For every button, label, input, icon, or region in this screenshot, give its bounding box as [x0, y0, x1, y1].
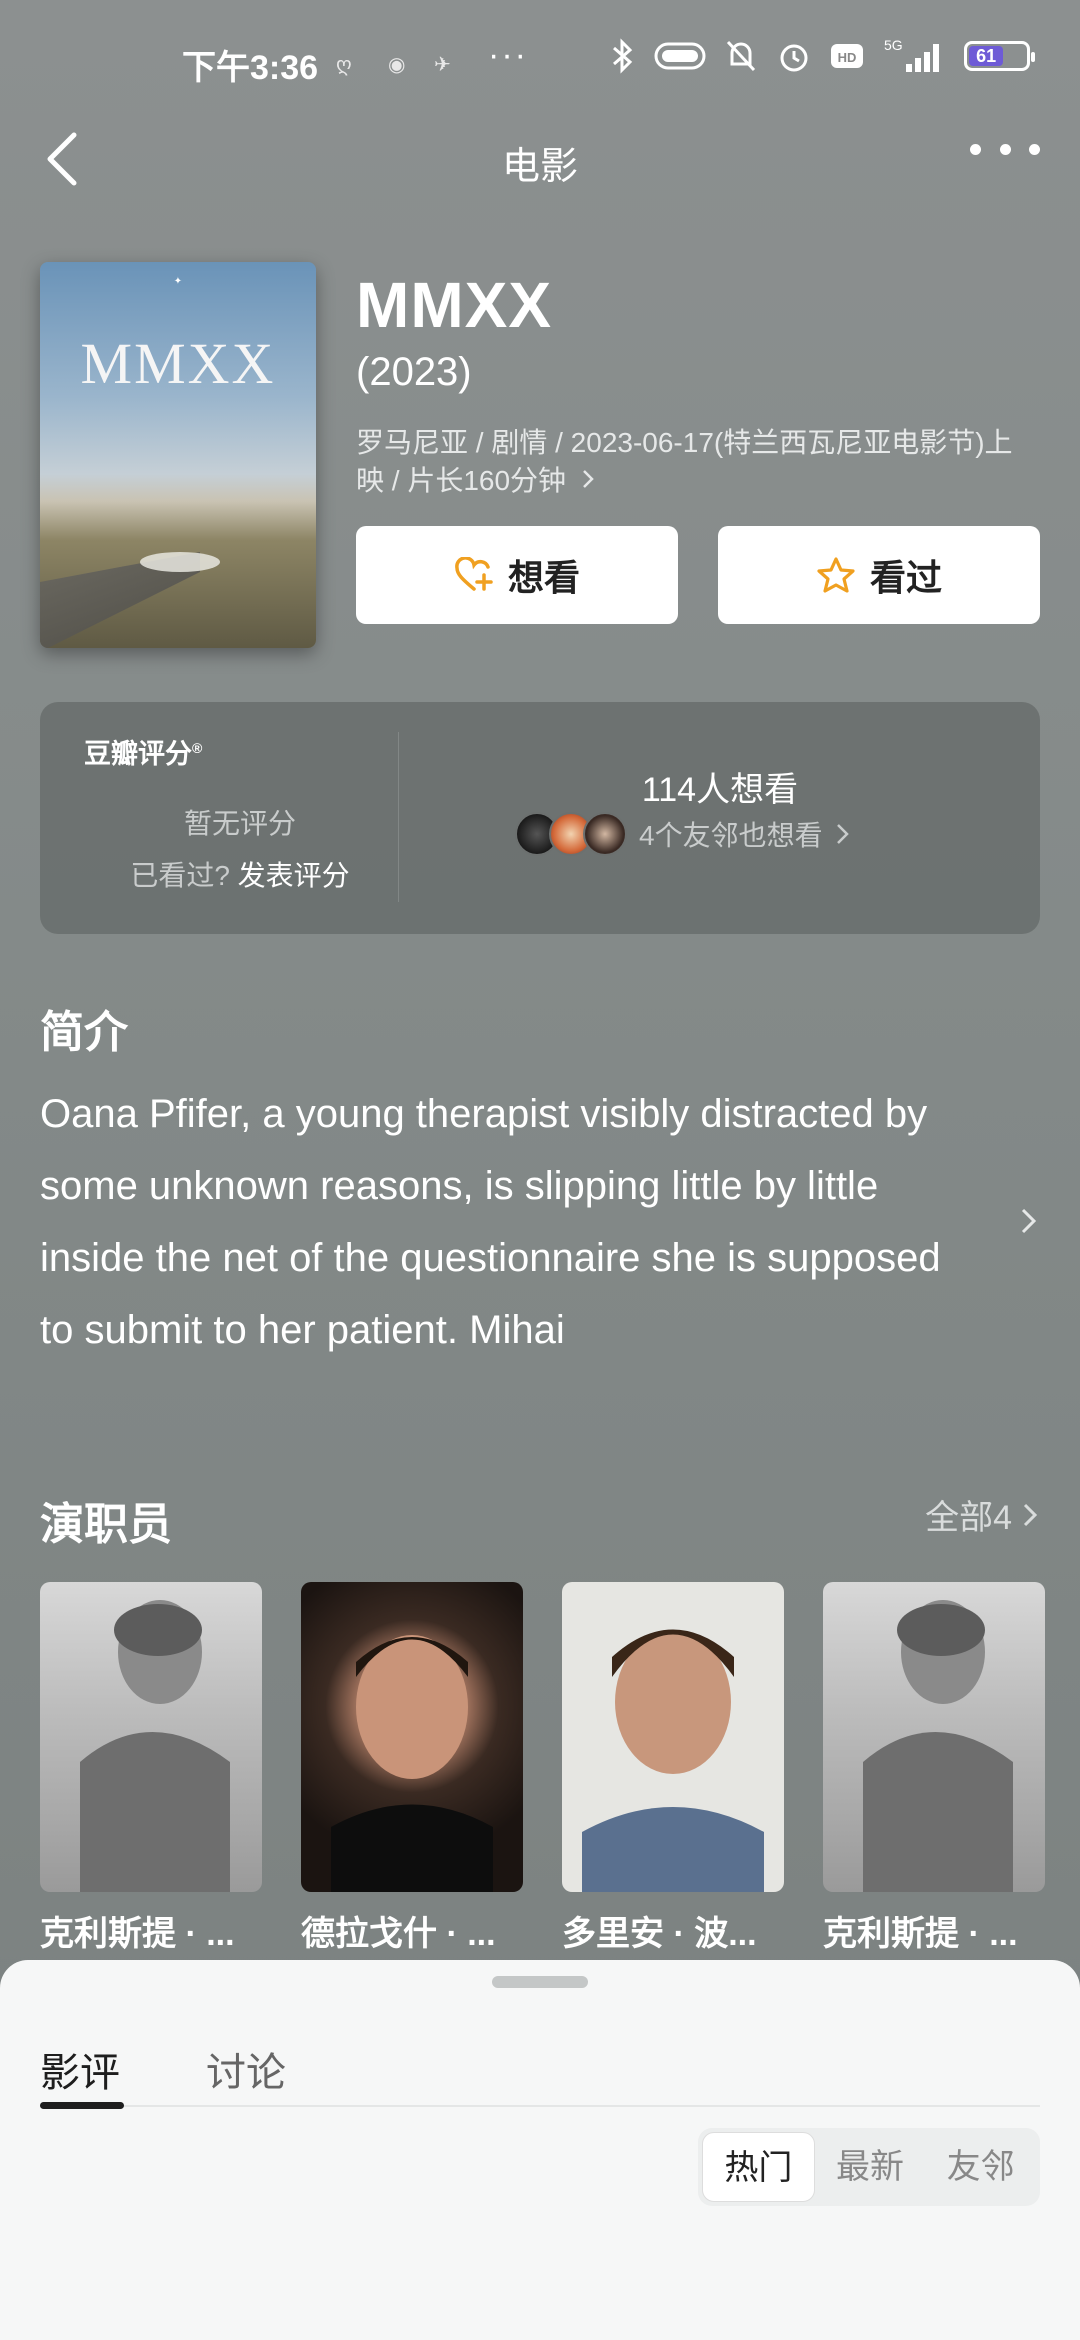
- chevron-right-icon: [580, 462, 596, 500]
- expand-intro-button[interactable]: [1018, 1205, 1040, 1242]
- poster-flowers: [140, 552, 220, 572]
- watched-label: 看过: [869, 557, 942, 598]
- cast-photo: [40, 1582, 262, 1892]
- sheet-drag-handle[interactable]: [492, 1976, 588, 1988]
- seen-prompt-text: 已看过?: [130, 860, 230, 891]
- notification-icon: ✈: [434, 54, 451, 76]
- cast-member-card[interactable]: 德拉戈什 · ...: [301, 1582, 523, 1955]
- notification-icon: ღ: [336, 54, 352, 76]
- divider: [40, 2105, 1040, 2107]
- cast-heading: 演职员: [40, 1500, 172, 1549]
- chevron-right-icon: [1023, 1503, 1038, 1526]
- chevron-right-icon: [836, 824, 849, 844]
- status-time: 下午3:36: [182, 49, 319, 87]
- page-title: 电影: [501, 146, 578, 188]
- network-type-label: 5G: [884, 37, 903, 53]
- movie-poster[interactable]: ✦ MMXX: [40, 262, 316, 648]
- movie-title: MMXX: [356, 269, 552, 341]
- cast-photo: [562, 1582, 784, 1892]
- cast-name: 克利斯提 · ...: [40, 1915, 235, 1953]
- star-icon: [817, 557, 855, 593]
- status-bar: 下午3:36 ღ ◉ ✈ ··· HD 5G 61: [0, 0, 1080, 120]
- more-options-button[interactable]: [970, 129, 1040, 169]
- top-nav: 电影: [0, 115, 1080, 195]
- sort-segmented-control: 热门 最新 友邻: [698, 2128, 1040, 2206]
- douban-rating-label: 豆瓣评分®: [84, 732, 202, 771]
- watched-button[interactable]: 看过: [718, 526, 1040, 624]
- want-to-watch-button[interactable]: 想看: [356, 526, 678, 624]
- sort-hot[interactable]: 热门: [702, 2132, 815, 2202]
- svg-text:HD: HD: [838, 50, 857, 65]
- sort-friends[interactable]: 友邻: [925, 2132, 1036, 2202]
- movie-year: (2023): [356, 350, 472, 394]
- movie-meta-link[interactable]: 罗马尼亚 / 剧情 / 2023-06-17(特兰西瓦尼亚电影节)上映 / 片长…: [356, 424, 1036, 500]
- douban-rating-title: 豆瓣评分: [84, 739, 192, 769]
- signal-icon: 5G: [882, 36, 946, 76]
- cast-member-card[interactable]: 克利斯提 · ...: [823, 1582, 1045, 1955]
- status-icons: HD 5G 61: [610, 36, 1035, 76]
- reviews-sheet: 影评 讨论 热门 最新 友邻: [0, 1960, 1080, 2340]
- alarm-icon: [776, 38, 812, 74]
- heart-plus-icon: [455, 557, 493, 591]
- dot-icon: [1029, 143, 1040, 155]
- sort-latest[interactable]: 最新: [815, 2132, 926, 2202]
- intro-heading: 简介: [40, 1008, 128, 1057]
- dot-icon: [970, 143, 981, 155]
- no-rating-text: 暂无评分: [183, 808, 296, 839]
- avatar: [583, 812, 627, 856]
- cast-name: 克利斯提 · ...: [823, 1915, 1018, 1953]
- battery-level: 61: [969, 46, 1004, 66]
- all-cast-link[interactable]: 全部4: [925, 1490, 1040, 1539]
- movie-meta-text: 罗马尼亚 / 剧情 / 2023-06-17(特兰西瓦尼亚电影节)上映 / 片长…: [356, 427, 1013, 496]
- tab-discussion[interactable]: 讨论: [206, 2040, 286, 2098]
- cast-name: 多里安 · 波...: [562, 1915, 757, 1953]
- cast-photo: [301, 1582, 523, 1892]
- active-tab-indicator: [40, 2102, 124, 2109]
- post-rating-link[interactable]: 发表评分: [238, 860, 350, 891]
- toggle-icon: [654, 40, 706, 72]
- poster-title: MMXX: [80, 331, 276, 396]
- battery-icon: 61: [964, 41, 1035, 71]
- hd-icon: HD: [830, 42, 864, 70]
- bluetooth-icon: [610, 38, 636, 74]
- want-to-watch-label: 想看: [507, 557, 580, 598]
- all-cast-label: 全部4: [925, 1499, 1012, 1537]
- friends-want-link[interactable]: 4个友邻也想看: [515, 812, 853, 856]
- want-count: 114人想看: [641, 771, 799, 809]
- chevron-right-icon: [1021, 1208, 1037, 1234]
- divider: [398, 732, 399, 902]
- registered-mark: ®: [192, 740, 203, 756]
- friends-want-text: 4个友邻也想看: [639, 820, 823, 851]
- cast-member-card[interactable]: 克利斯提 · ...: [40, 1582, 262, 1955]
- notification-icon: ◉: [388, 54, 406, 76]
- rate-prompt: 已看过? 发表评分: [40, 854, 440, 894]
- more-notifications-icon: ···: [488, 36, 528, 74]
- dot-icon: [999, 143, 1011, 155]
- mute-bell-icon: [724, 38, 758, 74]
- intro-text[interactable]: Oana Pfifer, a young therapist visibly d…: [40, 1078, 980, 1366]
- rating-card: 豆瓣评分® 暂无评分 已看过? 发表评分 114人想看 4个友邻也想看: [40, 702, 1040, 934]
- cast-member-card[interactable]: 多里安 · 波...: [562, 1582, 784, 1955]
- cast-photo: [823, 1582, 1045, 1892]
- tab-reviews[interactable]: 影评: [40, 2040, 120, 2098]
- poster-laurel-icon: ✦: [173, 276, 183, 287]
- cast-name: 德拉戈什 · ...: [301, 1915, 496, 1953]
